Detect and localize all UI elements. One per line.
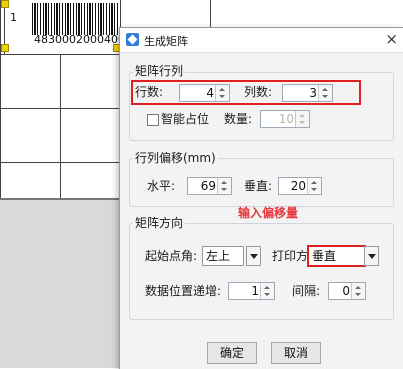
rows-stepper[interactable]: 4 bbox=[179, 84, 230, 102]
generate-matrix-dialog: 生成矩阵 × 矩阵行列 行数: 4 列数: 3 智能占位 数量: 10 行列偏移… bbox=[119, 27, 403, 369]
start-corner-select[interactable]: 左上 bbox=[202, 246, 244, 266]
rows-value: 4 bbox=[206, 86, 214, 100]
grid-line bbox=[210, 0, 211, 27]
app-icon bbox=[126, 33, 139, 46]
offset-title: 行列偏移(mm) bbox=[133, 151, 218, 165]
dialog-titlebar[interactable]: 生成矩阵 × bbox=[120, 28, 403, 53]
grid-line bbox=[0, 108, 120, 109]
barcode-graphic[interactable] bbox=[32, 3, 118, 35]
interval-stepper[interactable]: 0 bbox=[328, 282, 366, 300]
vertical-offset-stepper[interactable]: 20 bbox=[278, 177, 322, 195]
start-corner-dropdown-icon[interactable] bbox=[246, 246, 261, 266]
stepper-arrows-icon[interactable] bbox=[217, 178, 231, 194]
selection-handle[interactable] bbox=[1, 0, 9, 8]
matrix-rows-cols-title: 矩阵行列 bbox=[133, 64, 186, 78]
horizontal-value: 69 bbox=[200, 179, 216, 193]
selection-handle[interactable] bbox=[1, 44, 9, 52]
stepper-arrows-icon[interactable] bbox=[260, 283, 274, 299]
rows-label: 行数: bbox=[135, 85, 164, 99]
print-direction-select[interactable]: 垂直 bbox=[307, 245, 366, 267]
stepper-arrows-icon[interactable] bbox=[318, 85, 332, 101]
increment-label: 数据位置递增: bbox=[145, 284, 222, 298]
interval-label: 间隔: bbox=[292, 284, 321, 298]
smart-placeholder-checkbox[interactable] bbox=[147, 114, 159, 126]
cancel-button[interactable]: 取消 bbox=[271, 342, 321, 364]
smart-placeholder-label: 智能占位 bbox=[161, 112, 210, 126]
start-corner-value: 左上 bbox=[206, 249, 231, 263]
increment-value: 1 bbox=[251, 284, 259, 298]
horizontal-label: 水平: bbox=[147, 179, 176, 193]
stepper-arrows-icon[interactable] bbox=[307, 178, 321, 194]
canvas-background bbox=[0, 200, 120, 368]
cols-label: 列数: bbox=[244, 85, 273, 99]
grid-line bbox=[0, 162, 120, 163]
quantity-label: 数量: bbox=[224, 112, 253, 126]
stepper-arrows-icon[interactable] bbox=[215, 85, 229, 101]
dialog-title: 生成矩阵 bbox=[144, 35, 188, 48]
matrix-direction-title: 矩阵方向 bbox=[133, 216, 186, 230]
vertical-label: 垂直: bbox=[244, 179, 273, 193]
start-corner-label: 起始点角: bbox=[145, 249, 198, 263]
grid-line bbox=[120, 0, 121, 27]
matrix-direction-group bbox=[129, 223, 394, 320]
interval-value: 0 bbox=[342, 284, 350, 298]
cols-stepper[interactable]: 3 bbox=[282, 84, 333, 102]
offset-hint: 输入偏移量 bbox=[238, 206, 299, 220]
grid-line bbox=[0, 0, 1, 200]
quantity-value: 10 bbox=[278, 112, 294, 126]
grid-line bbox=[60, 54, 61, 200]
stepper-arrows-icon[interactable] bbox=[295, 111, 309, 127]
stepper-arrows-icon[interactable] bbox=[351, 283, 365, 299]
barcode-number: 4830002000400 bbox=[34, 33, 125, 46]
grid-line bbox=[0, 54, 120, 55]
print-direction-value: 垂直 bbox=[312, 249, 337, 263]
quantity-stepper[interactable]: 10 bbox=[260, 110, 310, 128]
horizontal-offset-stepper[interactable]: 69 bbox=[187, 177, 232, 195]
close-icon[interactable]: × bbox=[385, 30, 398, 48]
vertical-value: 20 bbox=[290, 179, 306, 193]
print-direction-dropdown-icon[interactable] bbox=[364, 246, 379, 266]
ok-button[interactable]: 确定 bbox=[207, 342, 257, 364]
increment-stepper[interactable]: 1 bbox=[228, 282, 275, 300]
cell-index: 1 bbox=[10, 11, 17, 24]
cols-value: 3 bbox=[309, 86, 317, 100]
